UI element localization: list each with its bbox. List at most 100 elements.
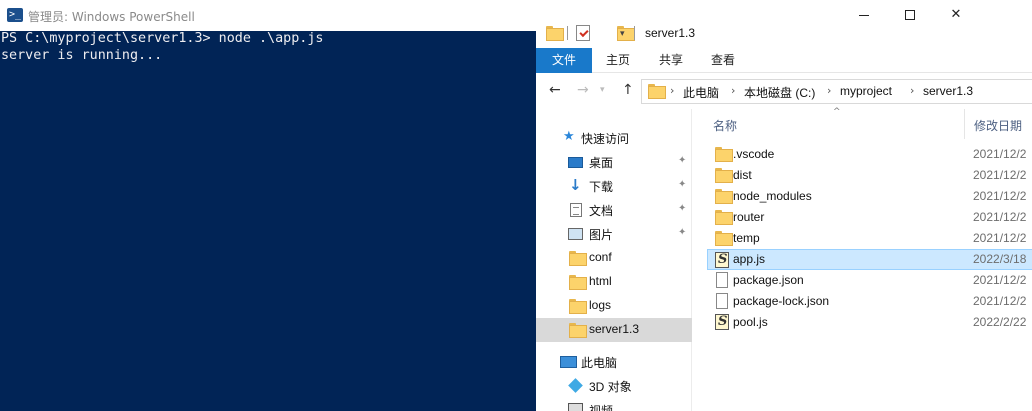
navigation-bar: ← → ▾ ↑ › 此电脑 › 本地磁盘 (C:) › myproject › … bbox=[536, 73, 1032, 109]
file-date: 2022/2/22 bbox=[973, 315, 1027, 329]
folder-icon bbox=[569, 299, 587, 314]
sidebar-item-server[interactable]: server1.3 bbox=[536, 318, 692, 342]
column-divider[interactable] bbox=[964, 109, 965, 139]
sidebar-item-html[interactable]: html bbox=[536, 270, 692, 294]
documents-icon bbox=[570, 203, 582, 217]
sidebar-item-documents[interactable]: 文档 ✦ bbox=[536, 198, 692, 222]
breadcrumb-chevron-icon[interactable]: › bbox=[827, 84, 831, 97]
file-row[interactable]: .vscode 2021/12/2 bbox=[707, 144, 1032, 165]
3d-objects-icon bbox=[568, 378, 583, 393]
pin-icon[interactable]: ✦ bbox=[678, 204, 686, 214]
forward-arrow-icon[interactable]: → bbox=[577, 82, 589, 98]
folder-icon bbox=[546, 26, 564, 41]
breadcrumb-myproject[interactable]: myproject bbox=[840, 84, 892, 98]
sidebar-item-label: 视频 bbox=[589, 404, 614, 411]
file-row[interactable]: node_modules 2021/12/2 bbox=[707, 186, 1032, 207]
file-row[interactable]: dist 2021/12/2 bbox=[707, 165, 1032, 186]
file-date: 2021/12/2 bbox=[973, 210, 1027, 224]
minimize-button[interactable] bbox=[841, 0, 887, 30]
file-row[interactable]: package.json 2021/12/2 bbox=[707, 270, 1032, 291]
maximize-button[interactable] bbox=[887, 0, 933, 30]
file-name: pool.js bbox=[733, 315, 768, 329]
folder-icon bbox=[569, 275, 587, 290]
minimize-icon bbox=[859, 15, 869, 16]
sidebar-item-quick-access[interactable]: ★ 快速访问 bbox=[536, 126, 692, 150]
pin-icon[interactable]: ✦ bbox=[678, 156, 686, 166]
pictures-icon bbox=[568, 228, 583, 240]
sidebar-item-logs[interactable]: logs bbox=[536, 294, 692, 318]
breadcrumb-chevron-icon[interactable]: › bbox=[731, 84, 735, 97]
file-row[interactable]: pool.js 2022/2/22 bbox=[707, 312, 1032, 333]
folder-icon bbox=[569, 323, 587, 338]
explorer-titlebar[interactable]: ▾ server1.3 ✕ bbox=[536, 0, 1032, 48]
breadcrumb-local-disk[interactable]: 本地磁盘 (C:) bbox=[744, 84, 815, 101]
powershell-console[interactable]: PS C:\myproject\server1.3> node .\app.js… bbox=[0, 31, 536, 64]
file-explorer-window[interactable]: ▾ server1.3 ✕ 文件 主页 共享 查看 ← → ▾ ↑ › 此电脑 … bbox=[536, 0, 1032, 411]
download-icon: ↓ bbox=[569, 176, 582, 194]
breadcrumb-this-pc[interactable]: 此电脑 bbox=[683, 84, 719, 101]
up-arrow-icon[interactable]: ↑ bbox=[622, 82, 634, 98]
file-date: 2021/12/2 bbox=[973, 294, 1027, 308]
tab-home[interactable]: 主页 bbox=[598, 48, 638, 73]
javascript-file-icon bbox=[715, 314, 729, 330]
folder-icon bbox=[715, 147, 733, 162]
document-icon bbox=[716, 293, 728, 309]
powershell-window[interactable]: >_ 管理员: Windows PowerShell PS C:\myproje… bbox=[0, 0, 536, 411]
file-date: 2021/12/2 bbox=[973, 273, 1027, 287]
maximize-icon bbox=[905, 10, 915, 20]
breadcrumb-chevron-icon[interactable]: › bbox=[910, 84, 914, 97]
file-name: dist bbox=[733, 168, 752, 182]
pin-icon[interactable]: ✦ bbox=[678, 228, 686, 238]
back-arrow-icon[interactable]: ← bbox=[549, 82, 561, 98]
file-name: package-lock.json bbox=[733, 294, 830, 308]
recent-locations-chevron-icon[interactable]: ▾ bbox=[600, 85, 605, 95]
toolbar-divider bbox=[567, 26, 568, 40]
pin-icon[interactable]: ✦ bbox=[678, 180, 686, 190]
tab-file[interactable]: 文件 bbox=[536, 48, 592, 73]
breadcrumb-server[interactable]: server1.3 bbox=[923, 84, 973, 98]
window-title: server1.3 bbox=[645, 26, 696, 40]
sidebar-item-pictures[interactable]: 图片 ✦ bbox=[536, 222, 692, 246]
file-row[interactable]: router 2021/12/2 bbox=[707, 207, 1032, 228]
file-name: node_modules bbox=[733, 189, 812, 203]
close-icon: ✕ bbox=[950, 7, 962, 22]
sidebar-item-label: 3D 对象 bbox=[589, 380, 632, 394]
desktop-icon bbox=[568, 157, 583, 168]
sidebar-item-label: server1.3 bbox=[589, 322, 640, 336]
column-header-date-modified[interactable]: 修改日期 bbox=[974, 117, 1022, 134]
document-icon bbox=[716, 272, 728, 288]
folder-icon bbox=[715, 210, 733, 225]
sidebar-item-this-pc[interactable]: 此电脑 bbox=[536, 350, 692, 374]
sidebar-item-label: 快速访问 bbox=[581, 132, 630, 146]
powershell-icon: >_ bbox=[7, 8, 23, 22]
sidebar-item-videos[interactable]: 视频 bbox=[536, 398, 692, 411]
file-date: 2021/12/2 bbox=[973, 168, 1027, 182]
sidebar-item-label: 文档 bbox=[589, 204, 614, 218]
sidebar-item-label: 图片 bbox=[589, 228, 614, 242]
sidebar-item-3d-objects[interactable]: 3D 对象 bbox=[536, 374, 692, 398]
column-header-name[interactable]: 名称 bbox=[713, 117, 737, 134]
folder-icon bbox=[648, 84, 666, 99]
tab-view[interactable]: 查看 bbox=[703, 48, 743, 73]
file-row[interactable]: temp 2021/12/2 bbox=[707, 228, 1032, 249]
chevron-down-icon[interactable]: ▾ bbox=[620, 28, 625, 39]
video-icon bbox=[568, 403, 583, 411]
console-line: PS C:\myproject\server1.3> node .\app.js bbox=[1, 31, 324, 46]
sidebar-item-desktop[interactable]: 桌面 ✦ bbox=[536, 150, 692, 174]
properties-icon[interactable] bbox=[576, 25, 590, 41]
breadcrumb-chevron-icon[interactable]: › bbox=[670, 84, 674, 97]
sidebar-item-label: 桌面 bbox=[589, 156, 614, 170]
file-row[interactable]: package-lock.json 2021/12/2 bbox=[707, 291, 1032, 312]
powershell-titlebar[interactable]: >_ 管理员: Windows PowerShell bbox=[0, 0, 536, 31]
close-button[interactable]: ✕ bbox=[933, 0, 979, 30]
sidebar-item-downloads[interactable]: ↓ 下载 ✦ bbox=[536, 174, 692, 198]
file-name: .vscode bbox=[733, 147, 775, 161]
file-date: 2021/12/2 bbox=[973, 147, 1027, 161]
folder-icon bbox=[569, 251, 587, 266]
tab-share[interactable]: 共享 bbox=[651, 48, 691, 73]
ribbon-tabs: 文件 主页 共享 查看 bbox=[536, 48, 1032, 73]
file-row-selected[interactable]: app.js 2022/3/18 bbox=[707, 249, 1032, 270]
address-bar[interactable]: › 此电脑 › 本地磁盘 (C:) › myproject › server1.… bbox=[641, 79, 1032, 104]
sidebar-item-conf[interactable]: conf bbox=[536, 246, 692, 270]
sidebar-item-label: 下载 bbox=[589, 180, 614, 194]
